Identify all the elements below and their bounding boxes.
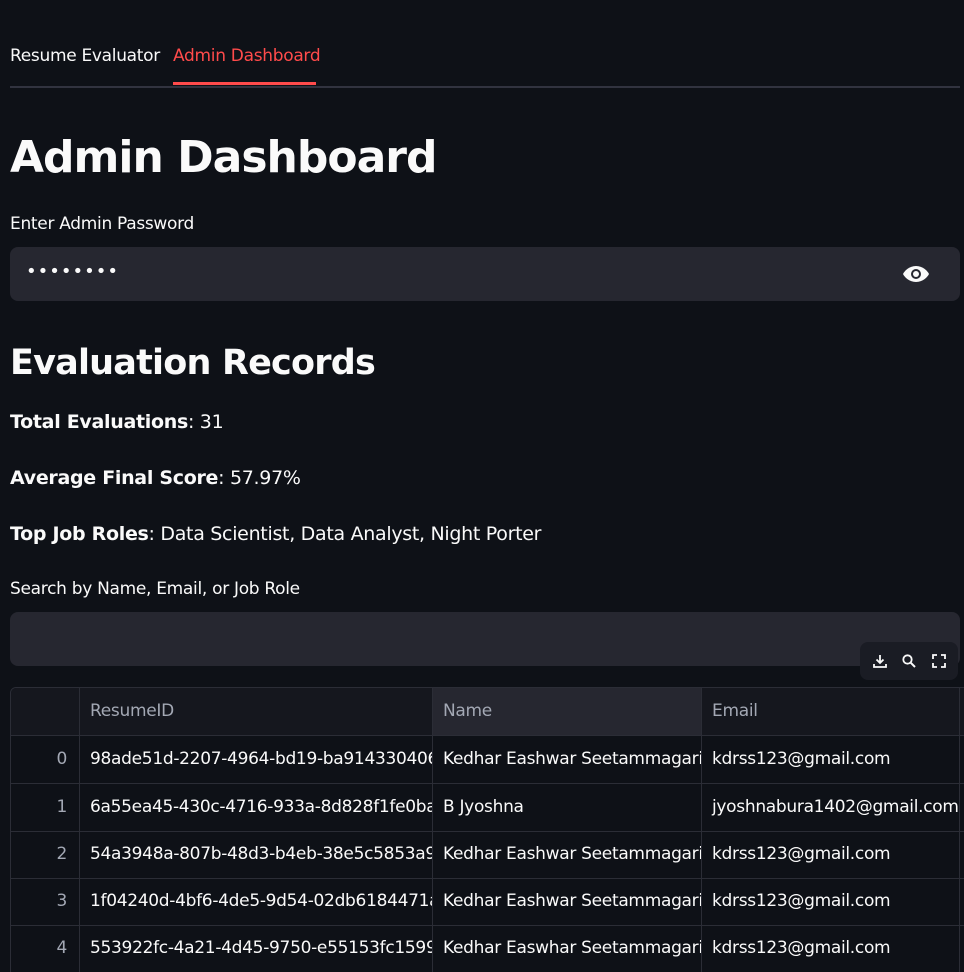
average-score-value: : 57.97% xyxy=(218,467,301,489)
header-index xyxy=(11,688,80,735)
row-index: 3 xyxy=(11,878,80,925)
tab-resume-evaluator[interactable]: Resume Evaluator xyxy=(10,46,160,66)
table-row[interactable]: 1 6a55ea45-430c-4716-933a-8d828f1fe0ba B… xyxy=(11,784,964,832)
app-page: Resume Evaluator Admin Dashboard Admin D… xyxy=(0,0,964,972)
table-row[interactable]: 0 98ade51d-2207-4964-bd19-ba914330406d K… xyxy=(11,736,964,784)
password-value: •••••••• xyxy=(26,261,119,282)
row-index: 0 xyxy=(11,736,80,783)
average-score-label: Average Final Score xyxy=(10,467,219,489)
cell-name[interactable]: Kedhar Eashwar Seetammagari xyxy=(433,831,702,878)
cell-resume-id[interactable]: 98ade51d-2207-4964-bd19-ba914330406d xyxy=(80,736,433,783)
eye-icon[interactable] xyxy=(902,263,930,285)
table-row[interactable]: 4 553922fc-4a21-4d45-9750-e55153fc1599 K… xyxy=(11,925,964,972)
page-title: Admin Dashboard xyxy=(10,132,437,183)
fullscreen-icon[interactable] xyxy=(931,653,947,669)
table-row[interactable]: 3 1f04240d-4bf6-4de5-9d54-02db6184471a K… xyxy=(11,878,964,926)
header-resume-id[interactable]: ResumeID xyxy=(80,688,433,735)
header-name[interactable]: Name xyxy=(433,688,702,735)
tab-admin-dashboard[interactable]: Admin Dashboard xyxy=(173,46,321,66)
cell-resume-id[interactable]: 6a55ea45-430c-4716-933a-8d828f1fe0ba xyxy=(80,784,433,831)
cell-email[interactable]: kdrss123@gmail.com xyxy=(702,831,960,878)
top-job-roles: Top Job Roles: Data Scientist, Data Anal… xyxy=(10,523,541,545)
total-evaluations-label: Total Evaluations xyxy=(10,411,188,433)
table-toolbar xyxy=(860,642,958,680)
cell-name[interactable]: Kedhar Eashwar Seetammagari xyxy=(433,878,702,925)
search-label: Search by Name, Email, or Job Role xyxy=(10,579,300,599)
top-job-roles-label: Top Job Roles xyxy=(10,523,149,545)
row-index: 4 xyxy=(11,925,80,972)
records-table[interactable]: ResumeID Name Email 0 98ade51d-2207-4964… xyxy=(10,687,964,972)
total-evaluations: Total Evaluations: 31 xyxy=(10,411,224,433)
row-index: 2 xyxy=(11,831,80,878)
total-evaluations-value: : 31 xyxy=(187,411,224,433)
cell-email[interactable]: kdrss123@gmail.com xyxy=(702,925,960,972)
active-tab-indicator xyxy=(173,82,316,85)
cell-email[interactable]: kdrss123@gmail.com xyxy=(702,878,960,925)
cell-email[interactable]: kdrss123@gmail.com xyxy=(702,736,960,783)
records-heading: Evaluation Records xyxy=(10,343,376,383)
cell-resume-id[interactable]: 54a3948a-807b-48d3-b4eb-38e5c5853a9f xyxy=(80,831,433,878)
cell-name[interactable]: Kedhar Eashwar Seetammagari xyxy=(433,736,702,783)
cell-resume-id[interactable]: 1f04240d-4bf6-4de5-9d54-02db6184471a xyxy=(80,878,433,925)
download-icon[interactable] xyxy=(872,653,888,669)
cell-name[interactable]: Kedhar Easwhar Seetammagari xyxy=(433,925,702,972)
table-row[interactable]: 2 54a3948a-807b-48d3-b4eb-38e5c5853a9f K… xyxy=(11,831,964,879)
table-header-row: ResumeID Name Email xyxy=(11,688,964,736)
search-icon[interactable] xyxy=(901,653,917,669)
average-final-score: Average Final Score: 57.97% xyxy=(10,467,301,489)
cell-name[interactable]: B Jyoshna xyxy=(433,784,702,831)
header-email[interactable]: Email xyxy=(702,688,960,735)
password-field[interactable]: •••••••• xyxy=(10,247,960,301)
tab-bar: Resume Evaluator Admin Dashboard xyxy=(10,36,960,88)
row-index: 1 xyxy=(11,784,80,831)
top-job-roles-value: : Data Scientist, Data Analyst, Night Po… xyxy=(148,523,542,545)
cell-resume-id[interactable]: 553922fc-4a21-4d45-9750-e55153fc1599 xyxy=(80,925,433,972)
cell-email[interactable]: jyoshnabura1402@gmail.com xyxy=(702,784,960,831)
password-label: Enter Admin Password xyxy=(10,214,195,234)
search-input[interactable] xyxy=(10,612,960,666)
